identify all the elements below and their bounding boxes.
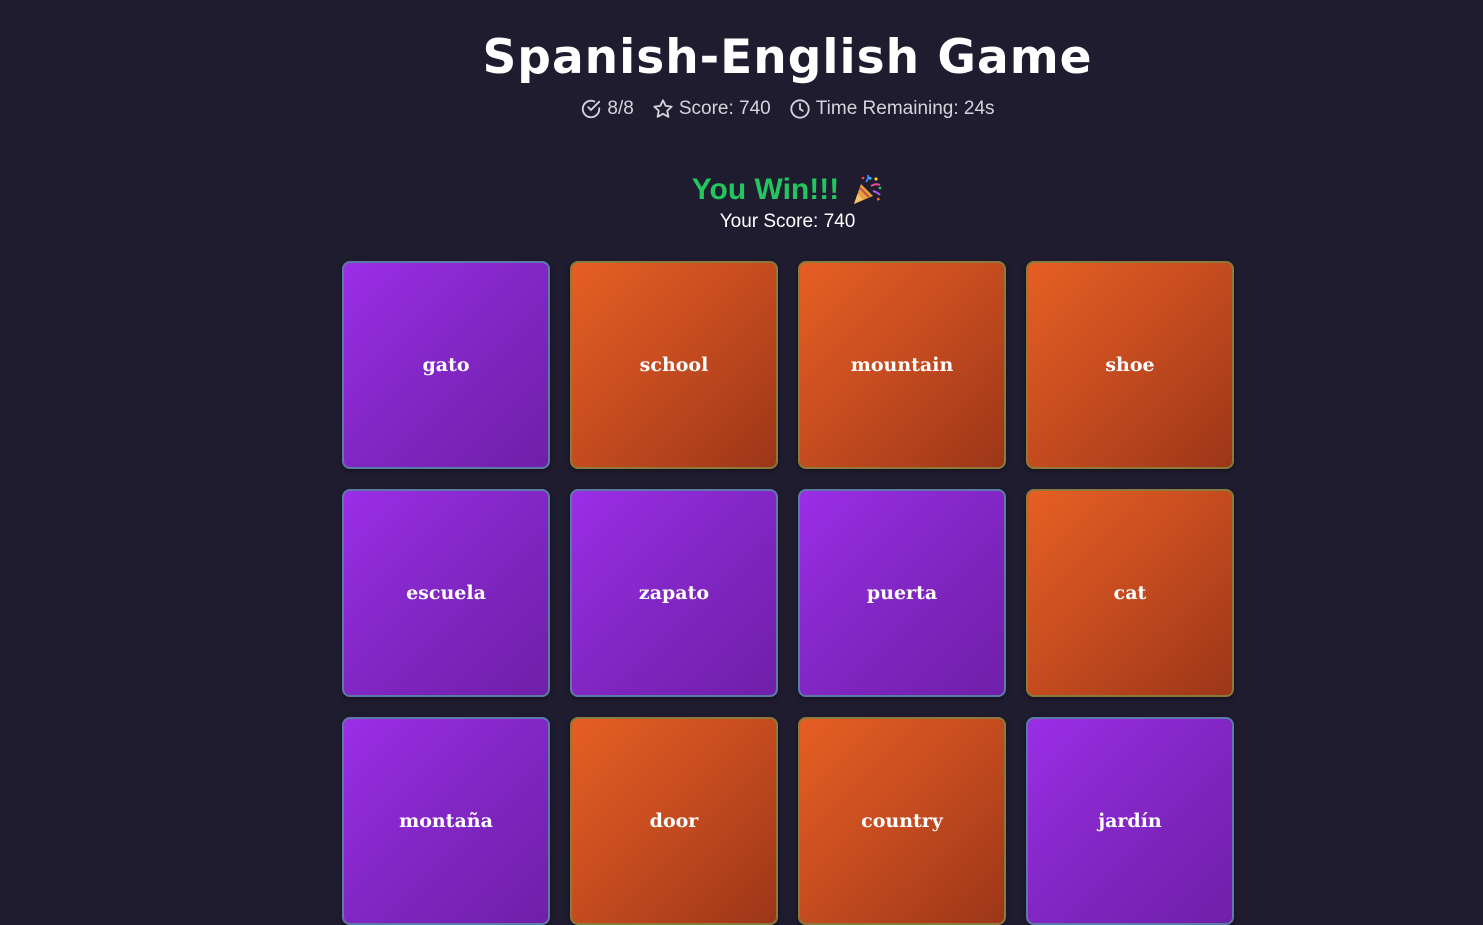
word-card[interactable]: school xyxy=(570,261,778,469)
card-word: country xyxy=(861,810,943,832)
card-word: montaña xyxy=(399,810,493,832)
word-card[interactable]: cat xyxy=(1026,489,1234,697)
star-icon xyxy=(652,98,674,120)
matches-count: 8/8 xyxy=(607,98,634,119)
card-word: puerta xyxy=(866,582,938,604)
card-word: cat xyxy=(1113,582,1147,604)
time-stat: Time Remaining: 24s xyxy=(789,98,995,120)
card-word: door xyxy=(649,810,699,832)
check-circle-icon xyxy=(580,98,602,120)
word-card[interactable]: montaña xyxy=(342,717,550,925)
card-grid: gato school mountain shoe escuela zapato puert… xyxy=(342,261,1234,925)
party-popper-icon xyxy=(851,174,883,206)
win-message: You Win!!! Your Score: 740 xyxy=(0,173,1483,233)
word-card[interactable]: escuela xyxy=(342,489,550,697)
final-score: Your Score: 740 xyxy=(719,211,856,232)
score-text: Score: 740 xyxy=(678,98,771,119)
card-word: zapato xyxy=(638,582,710,604)
page-title: Spanish-English Game xyxy=(482,30,1093,85)
matches-stat: 8/8 xyxy=(580,98,634,120)
win-text: You Win!!! xyxy=(691,173,840,206)
score-stat: Score: 740 xyxy=(652,98,771,120)
card-word: school xyxy=(639,354,709,376)
card-word: shoe xyxy=(1105,354,1155,376)
word-card[interactable]: door xyxy=(570,717,778,925)
game-header: Spanish-English Game 8/8 Score: 740 Time… xyxy=(0,30,1483,120)
card-word: gato xyxy=(422,354,470,376)
card-word: jardín xyxy=(1098,810,1162,832)
word-card[interactable]: shoe xyxy=(1026,261,1234,469)
time-remaining: Time Remaining: 24s xyxy=(815,98,995,119)
word-card[interactable]: zapato xyxy=(570,489,778,697)
word-card[interactable]: puerta xyxy=(798,489,1006,697)
word-card[interactable]: mountain xyxy=(798,261,1006,469)
card-word: mountain xyxy=(850,354,954,376)
word-card[interactable]: country xyxy=(798,717,1006,925)
card-word: escuela xyxy=(406,582,486,604)
stats-bar: 8/8 Score: 740 Time Remaining: 24s xyxy=(0,98,1483,120)
clock-icon xyxy=(789,98,811,120)
word-card[interactable]: gato xyxy=(342,261,550,469)
word-card[interactable]: jardín xyxy=(1026,717,1234,925)
win-heading: You Win!!! xyxy=(692,173,883,207)
